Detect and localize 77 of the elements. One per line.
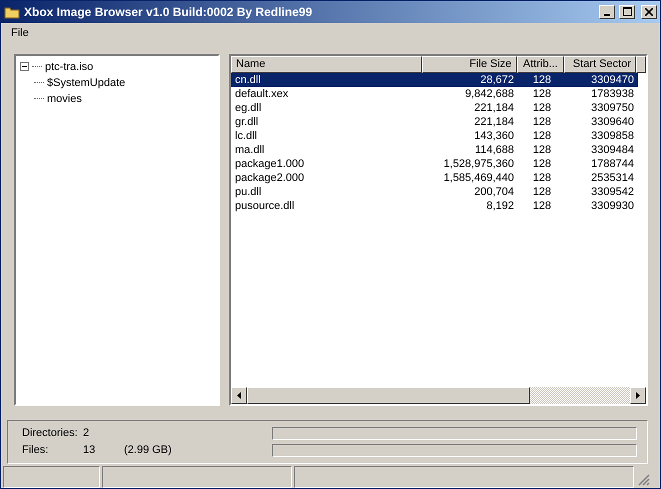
scroll-right-icon[interactable]: [630, 387, 646, 404]
tree-item[interactable]: movies: [46, 92, 83, 105]
file-row[interactable]: pusource.dll 8,192 128 3309930: [231, 198, 646, 213]
table-cell-text: ma.dll: [234, 144, 266, 156]
table-cell-text: 1,528,975,360: [442, 158, 515, 170]
table-cell-text: 3309930: [590, 200, 635, 212]
table-cell-text: default.xex: [234, 88, 290, 100]
file-row[interactable]: lc.dll 143,360 128 3309858: [231, 128, 646, 143]
column-header[interactable]: Attrib...: [516, 56, 564, 73]
table-cell-text: 1783938: [590, 88, 635, 100]
close-icon: [645, 8, 653, 16]
table-cell-text: cn.dll: [234, 74, 262, 86]
table-cell-text: 114,688: [474, 144, 515, 156]
table-cell-text: 8,192: [485, 200, 515, 212]
table-cell-text: 221,184: [473, 116, 515, 128]
table-cell-text: 3309640: [590, 116, 635, 128]
file-row[interactable]: pu.dll 200,704 128 3309542: [231, 184, 646, 199]
table-cell-text: package1.000: [234, 158, 306, 170]
file-row[interactable]: gr.dll 221,184 128 3309640: [231, 114, 646, 129]
maximize-button[interactable]: [619, 4, 635, 19]
table-cell-text: 143,360: [473, 130, 515, 142]
table-cell-text: 128: [532, 74, 552, 86]
table-cell-text: 128: [532, 158, 552, 170]
table-cell-text: 128: [532, 116, 552, 128]
column-header[interactable]: Name: [231, 56, 422, 73]
minimize-icon: [604, 14, 610, 16]
scroll-left-icon[interactable]: [231, 387, 247, 404]
file-row[interactable]: package2.000 1,585,469,440 128 2535314: [231, 170, 646, 185]
file-row[interactable]: cn.dll 28,672 128 3309470: [231, 72, 638, 87]
close-button[interactable]: [641, 4, 657, 19]
table-cell-text: 3309542: [590, 186, 635, 198]
file-row[interactable]: default.xex 9,842,688 128 1783938: [231, 86, 646, 101]
table-cell-text: package2.000: [234, 172, 306, 184]
table-cell-text: 3309750: [590, 102, 635, 114]
table-cell-text: pu.dll: [234, 186, 262, 198]
stat-label: Files:: [22, 444, 50, 456]
table-cell-text: eg.dll: [234, 102, 262, 114]
table-cell-text: 128: [532, 172, 552, 184]
menu-item[interactable]: File: [7, 26, 33, 39]
folder-icon: [4, 4, 20, 19]
column-header[interactable]: File Size: [422, 56, 517, 73]
table-cell-text: 28,672: [479, 74, 515, 86]
window-title: Xbox Image Browser v1.0 Build:0002 By Redline99: [24, 4, 314, 19]
table-cell-text: 3309858: [590, 130, 635, 142]
table-cell-text: 9,842,688: [464, 88, 515, 100]
maximize-icon: [622, 7, 632, 16]
stat-label: Directories:: [22, 426, 79, 439]
stat-size: (2.99 GB): [124, 444, 172, 456]
horizontal-scrollbar[interactable]: [231, 387, 646, 404]
file-row[interactable]: eg.dll 221,184 128 3309750: [231, 100, 646, 115]
table-cell-text: 128: [532, 130, 552, 142]
table-cell-text: 1788744: [590, 158, 635, 170]
table-cell-text: gr.dll: [234, 116, 260, 128]
table-cell-text: 128: [532, 144, 552, 156]
table-cell-text: 3309470: [590, 74, 635, 86]
table-cell-text: lc.dll: [234, 130, 258, 142]
resize-grip-icon[interactable]: [636, 472, 650, 486]
stat-value: 2: [83, 426, 90, 439]
file-row[interactable]: ma.dll 114,688 128 3309484: [231, 142, 646, 157]
column-header[interactable]: Start Sector: [564, 56, 636, 73]
table-cell-text: 128: [532, 186, 552, 198]
table-cell-text: 128: [532, 200, 552, 212]
tree-item[interactable]: $SystemUpdate: [46, 76, 126, 89]
table-cell-text: 128: [532, 88, 552, 100]
table-cell-text: 1,585,469,440: [442, 172, 515, 184]
table-cell-text: 128: [532, 102, 552, 114]
tree-item[interactable]: ptc-tra.iso: [44, 60, 94, 73]
table-cell-text: pusource.dll: [234, 200, 296, 212]
collapse-icon[interactable]: [20, 62, 29, 72]
scrollbar-thumb[interactable]: [247, 387, 530, 404]
table-cell-text: 200,704: [473, 186, 515, 198]
table-cell-text: 3309484: [590, 144, 635, 156]
table-cell-text: 221,184: [473, 102, 515, 114]
stat-value: 13: [83, 444, 96, 456]
file-row[interactable]: package1.000 1,528,975,360 128 1788744: [231, 156, 646, 171]
table-cell-text: 2535314: [590, 172, 635, 184]
minimize-button[interactable]: [599, 4, 615, 19]
